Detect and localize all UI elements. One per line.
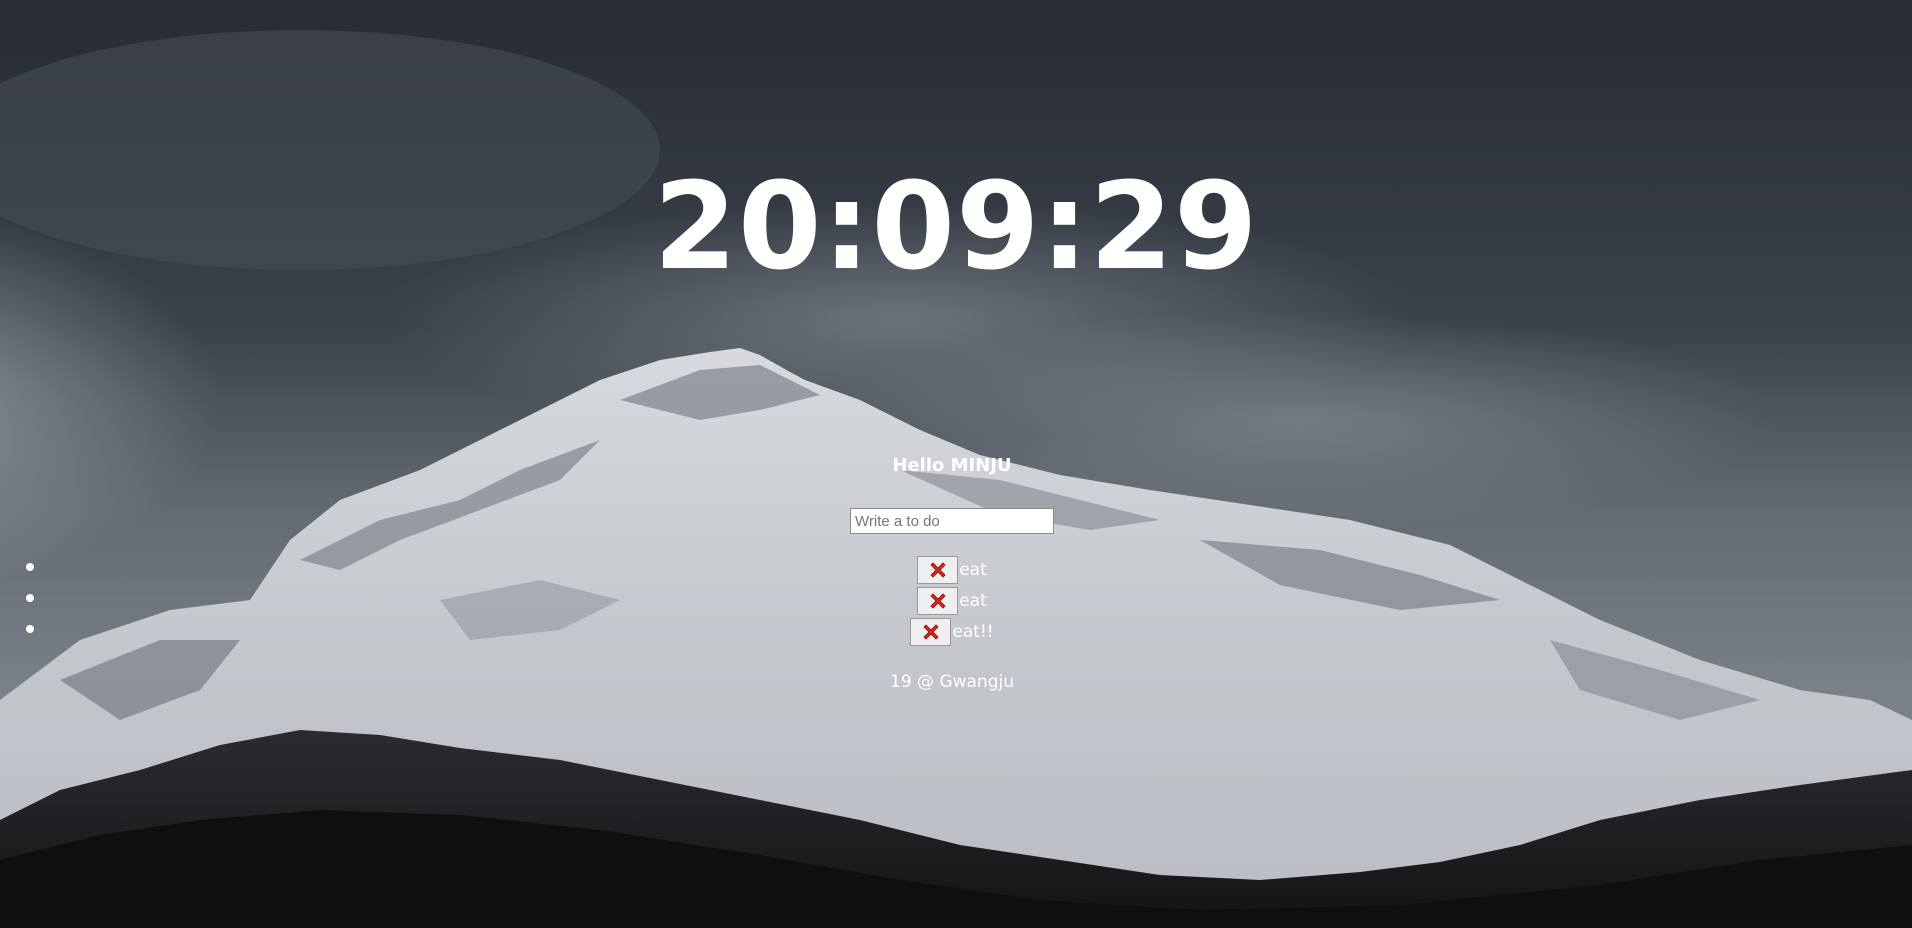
close-icon bbox=[930, 561, 946, 578]
close-icon bbox=[923, 623, 939, 640]
close-icon bbox=[930, 592, 946, 609]
delete-todo-button[interactable] bbox=[917, 555, 959, 584]
todo-item: eat bbox=[0, 554, 1912, 585]
todo-list: eat eat eat!! bbox=[0, 554, 1912, 647]
todo-input[interactable] bbox=[850, 508, 1054, 534]
todo-text: eat bbox=[959, 559, 987, 580]
todo-text: eat!! bbox=[952, 621, 994, 642]
bullet-icon bbox=[26, 625, 34, 633]
delete-todo-button[interactable] bbox=[917, 586, 959, 615]
clock-time: 20:09:29 bbox=[653, 158, 1259, 297]
todo-text: eat bbox=[959, 590, 987, 611]
bullet-icon bbox=[26, 594, 34, 602]
todo-bullets bbox=[26, 563, 34, 656]
todo-form bbox=[850, 508, 1054, 534]
weather-text: 19 @ Gwangju bbox=[890, 672, 1014, 692]
bullet-icon bbox=[26, 563, 34, 571]
todo-item: eat bbox=[0, 585, 1912, 616]
todo-item: eat!! bbox=[0, 616, 1912, 647]
delete-todo-button[interactable] bbox=[910, 617, 952, 646]
greeting-text: Hello MINJU bbox=[892, 455, 1012, 476]
